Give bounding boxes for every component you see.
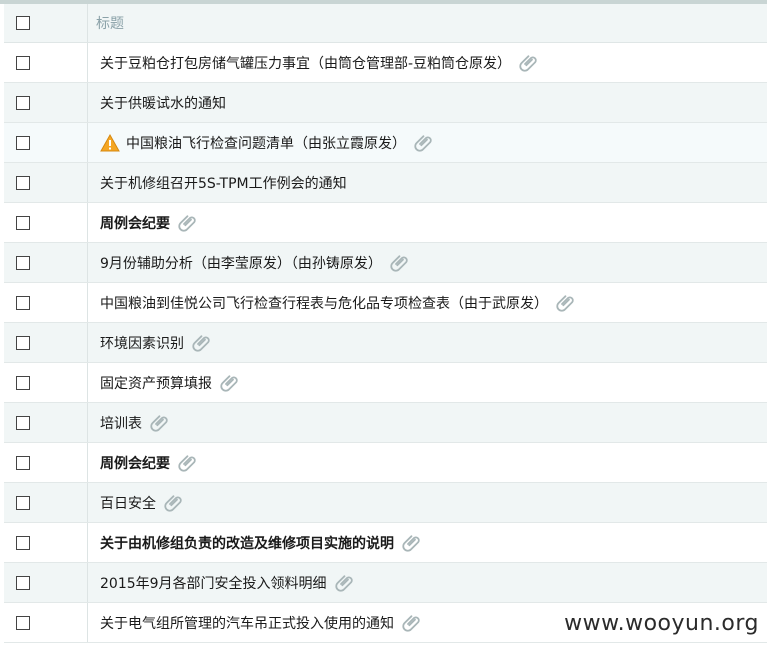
row-title-cell: 关于由机修组负责的改造及维修项目实施的说明	[88, 533, 422, 553]
table-body: 关于豆粕仓打包房储气罐压力事宜（由筒仓管理部-豆粕筒仓原发） 关于供暖试水的通知中…	[4, 43, 767, 643]
row-title-link[interactable]: 关于机修组召开5S-TPM工作例会的通知	[100, 173, 347, 193]
paperclip-icon	[402, 613, 422, 633]
row-title-link[interactable]: 关于豆粕仓打包房储气罐压力事宜（由筒仓管理部-豆粕筒仓原发）	[100, 53, 511, 73]
row-title-link[interactable]: 周例会纪要	[100, 213, 170, 233]
row-checkbox-cell	[4, 43, 88, 82]
row-title-cell: 9月份辅助分析（由李莹原发）（由孙铸原发）	[88, 253, 410, 273]
table-row[interactable]: 关于豆粕仓打包房储气罐压力事宜（由筒仓管理部-豆粕筒仓原发）	[4, 43, 767, 83]
table-row[interactable]: 周例会纪要	[4, 203, 767, 243]
paperclip-icon	[414, 133, 434, 153]
table-header: 标题	[4, 4, 767, 43]
paperclip-icon	[192, 333, 212, 353]
row-title-cell: 环境因素识别	[88, 333, 212, 353]
row-title-cell: 关于机修组召开5S-TPM工作例会的通知	[88, 173, 347, 193]
row-title-cell: 百日安全	[88, 493, 184, 513]
row-title-cell: 关于供暖试水的通知	[88, 93, 226, 113]
row-title-link[interactable]: 9月份辅助分析（由李莹原发）（由孙铸原发）	[100, 253, 382, 273]
row-checkbox[interactable]	[16, 415, 30, 430]
row-title-cell: 关于电气组所管理的汽车吊正式投入使用的通知	[88, 613, 422, 633]
row-checkbox-cell	[4, 203, 88, 242]
row-title-link[interactable]: 培训表	[100, 413, 142, 433]
row-title-cell: 2015年9月各部门安全投入领料明细	[88, 573, 355, 593]
row-title-cell: 固定资产预算填报	[88, 373, 240, 393]
table-row[interactable]: 关于机修组召开5S-TPM工作例会的通知	[4, 163, 767, 203]
row-title-link[interactable]: 周例会纪要	[100, 453, 170, 473]
paperclip-icon	[178, 213, 198, 233]
row-title-cell: 中国粮油到佳悦公司飞行检查行程表与危化品专项检查表（由于武原发）	[88, 293, 576, 313]
table-row[interactable]: 培训表	[4, 403, 767, 443]
select-all-checkbox[interactable]	[16, 16, 30, 30]
row-checkbox[interactable]	[16, 295, 30, 310]
row-checkbox[interactable]	[16, 615, 30, 630]
row-checkbox-cell	[4, 403, 88, 442]
row-title-link[interactable]: 关于供暖试水的通知	[100, 93, 226, 113]
row-title-link[interactable]: 关于由机修组负责的改造及维修项目实施的说明	[100, 533, 394, 553]
paperclip-icon	[220, 373, 240, 393]
warning-icon	[100, 133, 120, 152]
row-checkbox-cell	[4, 163, 88, 202]
message-table: 标题 关于豆粕仓打包房储气罐压力事宜（由筒仓管理部-豆粕筒仓原发） 关于供暖试水的…	[4, 4, 767, 643]
paperclip-icon	[402, 533, 422, 553]
row-checkbox[interactable]	[16, 375, 30, 390]
table-row[interactable]: 2015年9月各部门安全投入领料明细	[4, 563, 767, 603]
row-title-link[interactable]: 环境因素识别	[100, 333, 184, 353]
row-checkbox-cell	[4, 363, 88, 402]
row-title-cell: 关于豆粕仓打包房储气罐压力事宜（由筒仓管理部-豆粕筒仓原发）	[88, 53, 539, 73]
row-checkbox-cell	[4, 123, 88, 162]
row-title-link[interactable]: 中国粮油到佳悦公司飞行检查行程表与危化品专项检查表（由于武原发）	[100, 293, 548, 313]
paperclip-icon	[164, 493, 184, 513]
paperclip-icon	[556, 293, 576, 313]
row-title-link[interactable]: 关于电气组所管理的汽车吊正式投入使用的通知	[100, 613, 394, 633]
table-row[interactable]: 中国粮油飞行检查问题清单（由张立霞原发）	[4, 123, 767, 163]
row-checkbox-cell	[4, 483, 88, 522]
row-checkbox[interactable]	[16, 135, 30, 150]
row-checkbox-cell	[4, 443, 88, 482]
row-checkbox-cell	[4, 243, 88, 282]
row-checkbox-cell	[4, 83, 88, 122]
table-row[interactable]: 9月份辅助分析（由李莹原发）（由孙铸原发）	[4, 243, 767, 283]
table-row[interactable]: 固定资产预算填报	[4, 363, 767, 403]
row-checkbox[interactable]	[16, 255, 30, 270]
row-checkbox-cell	[4, 563, 88, 602]
table-row[interactable]: 中国粮油到佳悦公司飞行检查行程表与危化品专项检查表（由于武原发）	[4, 283, 767, 323]
row-title-link[interactable]: 百日安全	[100, 493, 156, 513]
row-checkbox[interactable]	[16, 495, 30, 510]
table-row[interactable]: 周例会纪要	[4, 443, 767, 483]
row-title-link[interactable]: 中国粮油飞行检查问题清单（由张立霞原发）	[126, 133, 406, 153]
row-checkbox[interactable]	[16, 535, 30, 550]
row-checkbox[interactable]	[16, 215, 30, 230]
paperclip-icon	[150, 413, 170, 433]
row-checkbox-cell	[4, 603, 88, 642]
row-title-cell: 培训表	[88, 413, 170, 433]
table-row[interactable]: 关于供暖试水的通知	[4, 83, 767, 123]
row-checkbox-cell	[4, 323, 88, 362]
table-row[interactable]: 环境因素识别	[4, 323, 767, 363]
row-title-cell: 周例会纪要	[88, 213, 198, 233]
row-title-link[interactable]: 固定资产预算填报	[100, 373, 212, 393]
table-row[interactable]: 百日安全	[4, 483, 767, 523]
paperclip-icon	[334, 573, 355, 593]
title-column-header[interactable]: 标题	[88, 13, 124, 33]
paperclip-icon	[390, 253, 410, 273]
row-checkbox[interactable]	[16, 455, 30, 470]
paperclip-icon	[178, 453, 198, 473]
watermark: www.wooyun.org	[564, 611, 759, 636]
row-checkbox-cell	[4, 523, 88, 562]
select-all-cell	[4, 4, 88, 42]
row-checkbox[interactable]	[16, 175, 30, 190]
row-checkbox[interactable]	[16, 575, 30, 590]
row-title-link[interactable]: 2015年9月各部门安全投入领料明细	[100, 573, 327, 593]
row-checkbox[interactable]	[16, 95, 30, 110]
paperclip-icon	[519, 53, 539, 73]
row-checkbox-cell	[4, 283, 88, 322]
row-checkbox[interactable]	[16, 55, 30, 70]
row-title-cell: 中国粮油飞行检查问题清单（由张立霞原发）	[88, 133, 434, 153]
row-title-cell: 周例会纪要	[88, 453, 198, 473]
table-row[interactable]: 关于由机修组负责的改造及维修项目实施的说明	[4, 523, 767, 563]
row-checkbox[interactable]	[16, 335, 30, 350]
